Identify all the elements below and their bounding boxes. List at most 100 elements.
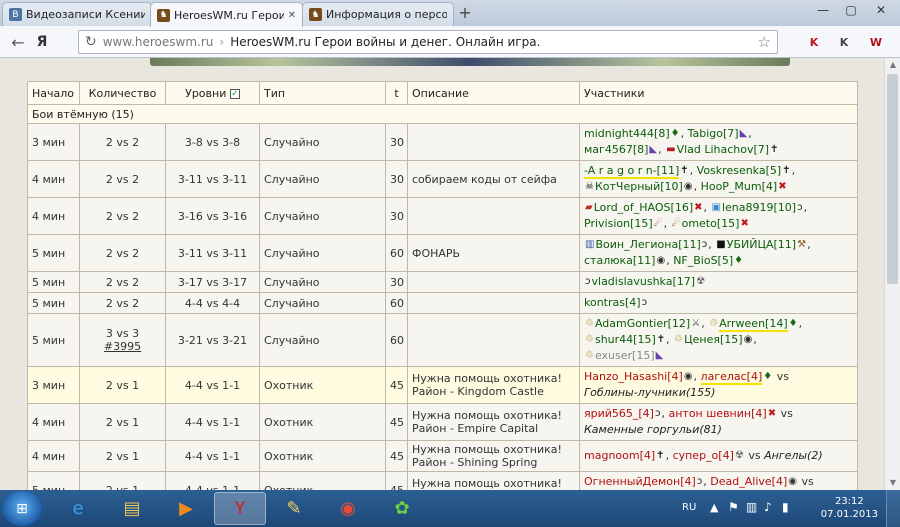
- yandex-home-button[interactable]: Я: [32, 32, 52, 52]
- guild-icon[interactable]: ☄: [672, 219, 681, 229]
- k-bookmark-icon[interactable]: K: [834, 32, 854, 52]
- guild-icon[interactable]: ◣: [656, 351, 664, 361]
- header-levels[interactable]: Уровни ✓: [165, 81, 260, 105]
- yandex-browser-icon[interactable]: Y: [214, 492, 266, 525]
- guild-icon[interactable]: ◉: [656, 256, 665, 266]
- guild-icon[interactable]: ◉: [684, 182, 693, 192]
- player-link[interactable]: ometo[15]: [682, 217, 740, 230]
- guild-icon[interactable]: ⚔: [691, 319, 700, 329]
- guild-icon[interactable]: ⚒: [797, 240, 806, 250]
- player-link[interactable]: kontras[4]: [584, 296, 641, 309]
- guild-icon[interactable]: ↄ: [585, 277, 591, 287]
- chrome-icon[interactable]: ◉: [322, 492, 374, 525]
- header-participants[interactable]: Участники: [579, 81, 858, 105]
- guild-icon[interactable]: ☢: [735, 451, 744, 461]
- guild-icon[interactable]: ✖: [778, 182, 786, 192]
- player-link[interactable]: ярий565_[4]: [584, 407, 654, 420]
- player-link[interactable]: midnight444[8]: [584, 127, 670, 140]
- scroll-down-icon[interactable]: ▼: [885, 476, 900, 490]
- show-desktop-button[interactable]: [886, 490, 900, 527]
- guild-icon[interactable]: ♲: [585, 335, 594, 345]
- maximize-button[interactable]: ▢: [838, 0, 864, 20]
- w-extension-icon[interactable]: W: [866, 32, 886, 52]
- guild-icon[interactable]: ✝: [656, 451, 664, 461]
- header-type[interactable]: Тип: [259, 81, 386, 105]
- player-link[interactable]: супер_о[4]: [673, 449, 734, 462]
- tray-arrow-icon[interactable]: ▲: [710, 501, 718, 514]
- icq-icon[interactable]: ✿: [376, 492, 428, 525]
- guild-icon[interactable]: ↄ: [797, 203, 803, 213]
- player-link[interactable]: AdamGontier[12]: [595, 317, 690, 330]
- player-link[interactable]: Arrween[14]: [719, 317, 788, 332]
- guild-icon[interactable]: ☢: [696, 277, 705, 287]
- close-window-button[interactable]: ✕: [866, 0, 896, 20]
- player-link[interactable]: лагелас[4]: [700, 370, 763, 385]
- guild-icon[interactable]: ↄ: [655, 409, 661, 419]
- player-link[interactable]: exuser[15]: [595, 349, 655, 362]
- fight-id-link[interactable]: #3995: [84, 340, 161, 353]
- player-link[interactable]: маг4567[8]: [584, 143, 648, 156]
- guild-icon[interactable]: ♦: [734, 256, 743, 266]
- guild-icon[interactable]: ▥: [585, 240, 594, 250]
- language-indicator[interactable]: RU: [682, 502, 696, 513]
- guild-icon[interactable]: ♦: [763, 372, 772, 382]
- player-link[interactable]: Tabigo[7]: [688, 127, 739, 140]
- guild-icon[interactable]: ♲: [674, 335, 683, 345]
- player-link[interactable]: HooP_Mum[4]: [701, 180, 778, 193]
- player-link[interactable]: NF_BioS[5]: [673, 254, 733, 267]
- guild-icon[interactable]: ♦: [671, 129, 680, 139]
- header-start[interactable]: Начало: [27, 81, 80, 105]
- guild-icon[interactable]: ◉: [744, 335, 753, 345]
- guild-icon[interactable]: ✖: [694, 203, 702, 213]
- player-link[interactable]: антон шевнин[4]: [668, 407, 766, 420]
- guild-icon[interactable]: ♦: [789, 319, 798, 329]
- guild-icon[interactable]: ▰: [585, 203, 593, 213]
- player-link[interactable]: Lord_of_HAOS[16]: [594, 201, 693, 214]
- media-player-icon[interactable]: ▶: [160, 492, 212, 525]
- vertical-scrollbar[interactable]: ▲ ▼: [884, 58, 900, 490]
- player-link[interactable]: КотЧерный[10]: [595, 180, 683, 193]
- reload-icon[interactable]: ↻: [85, 34, 97, 50]
- player-link[interactable]: vladislavushka[17]: [592, 275, 696, 288]
- player-link[interactable]: Воин_Легиона[11]: [595, 238, 700, 251]
- close-icon[interactable]: ✕: [288, 10, 296, 21]
- clock[interactable]: 23:12 07.01.2013: [821, 495, 878, 521]
- guild-icon[interactable]: ☠: [585, 182, 594, 192]
- player-link[interactable]: Dead_Alive[4]: [710, 475, 787, 488]
- volume-icon[interactable]: ♪: [764, 500, 772, 514]
- new-tab-button[interactable]: +: [456, 4, 474, 22]
- player-link[interactable]: Hanzo_Hasashi[4]: [584, 370, 683, 383]
- network-icon[interactable]: ▥: [746, 500, 757, 514]
- ie-icon[interactable]: e: [52, 492, 104, 525]
- power-icon[interactable]: ▮: [782, 500, 789, 514]
- minimize-button[interactable]: —: [810, 0, 836, 20]
- guild-icon[interactable]: ♲: [585, 351, 594, 361]
- guild-icon[interactable]: ✝: [657, 335, 665, 345]
- scroll-up-icon[interactable]: ▲: [885, 58, 900, 72]
- explorer-icon[interactable]: ▤: [106, 492, 158, 525]
- guild-icon[interactable]: ✝: [782, 166, 790, 176]
- guild-icon[interactable]: ↄ: [642, 298, 648, 308]
- guild-icon[interactable]: ✝: [770, 145, 778, 155]
- player-link[interactable]: -A r a g o r n-[11]: [584, 164, 680, 179]
- player-link[interactable]: lena8919[10]: [722, 201, 796, 214]
- paint-icon[interactable]: ✎: [268, 492, 320, 525]
- tab-heroeswm[interactable]: ♞ HeroesWM.ru Герои в ✕: [150, 2, 303, 27]
- guild-icon[interactable]: ♲: [709, 319, 718, 329]
- player-link[interactable]: Vlad Lihachov[7]: [677, 143, 770, 156]
- tray-flag-icon[interactable]: ⚑: [728, 500, 739, 514]
- address-bar[interactable]: ↻ www.heroeswm.ru › HeroesWM.ru Герои во…: [78, 30, 778, 54]
- scrollbar-thumb[interactable]: [887, 74, 898, 284]
- kaspersky-icon[interactable]: K: [804, 32, 824, 52]
- guild-icon[interactable]: ↄ: [697, 477, 703, 487]
- guild-icon[interactable]: ▣: [712, 203, 721, 213]
- tab-character-info[interactable]: ♞ Информация о персо: [302, 2, 454, 26]
- guild-icon[interactable]: ✖: [768, 409, 776, 419]
- guild-icon[interactable]: ▬: [666, 145, 675, 155]
- guild-icon[interactable]: ↄ: [702, 240, 708, 250]
- guild-icon[interactable]: ☄: [654, 219, 663, 229]
- player-link[interactable]: сталюка[11]: [584, 254, 655, 267]
- player-link[interactable]: ОгненныйДемон[4]: [584, 475, 696, 488]
- guild-icon[interactable]: ◣: [649, 145, 657, 155]
- tab-vk-videos[interactable]: B Видеозаписи Ксении: [2, 2, 152, 26]
